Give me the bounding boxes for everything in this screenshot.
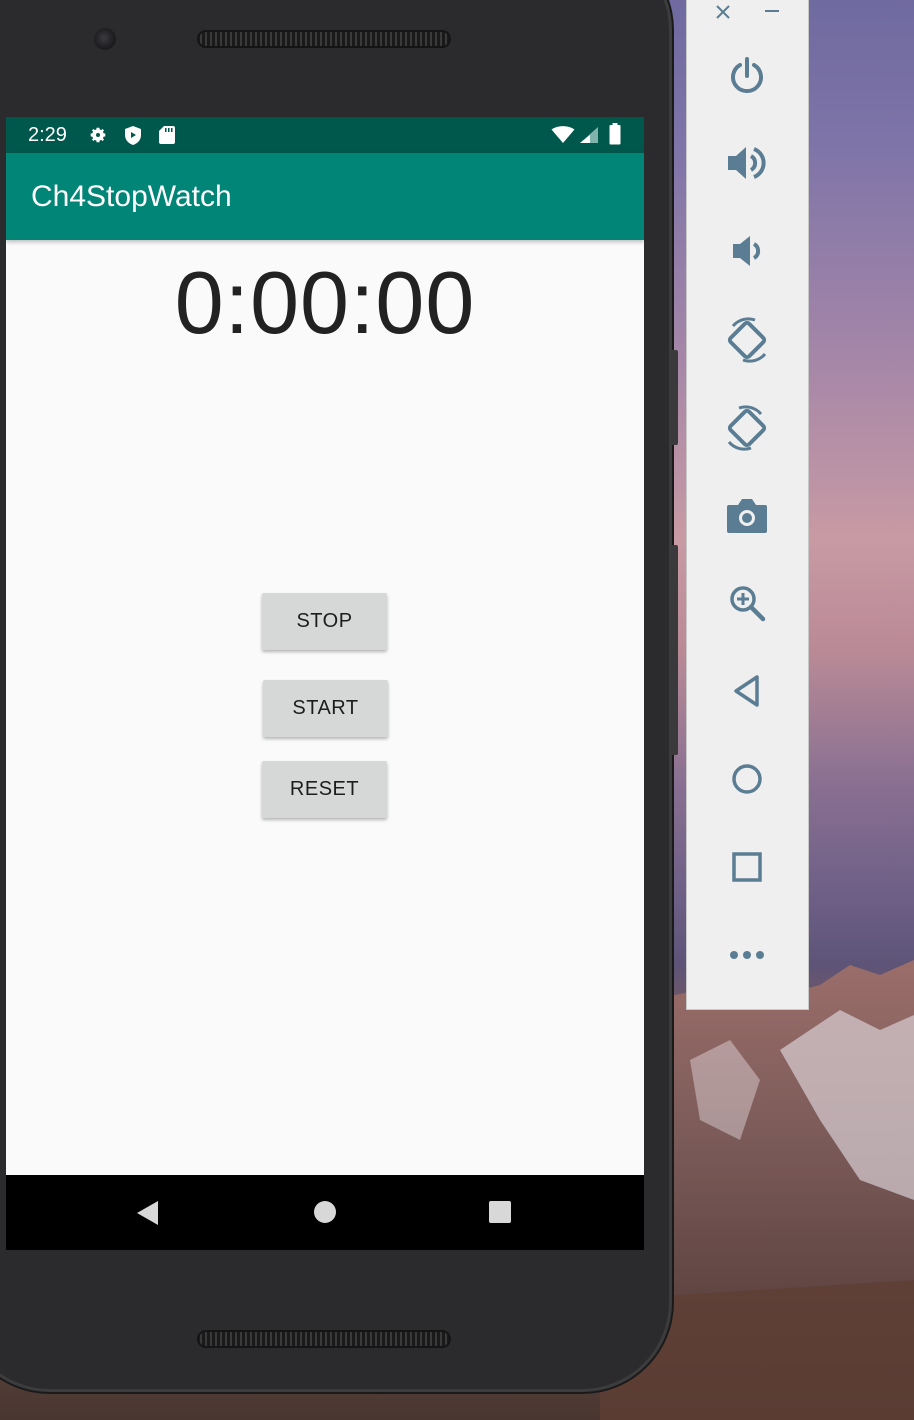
zoom-button[interactable] [717, 573, 777, 633]
wifi-icon [551, 126, 575, 143]
battery-icon [609, 123, 621, 145]
power-icon [731, 57, 763, 94]
start-button[interactable]: START [263, 680, 388, 737]
toolbar-overview-button[interactable] [717, 837, 777, 897]
phone-power-button[interactable] [670, 350, 678, 445]
back-icon[interactable] [134, 1199, 160, 1227]
front-camera [94, 28, 116, 50]
phone-volume-button[interactable] [670, 545, 678, 755]
status-time: 2:29 [28, 124, 67, 146]
overview-icon [732, 852, 762, 882]
sd-card-icon [159, 126, 175, 144]
navigation-bar [6, 1175, 644, 1250]
minimize-icon[interactable] [764, 4, 780, 20]
status-bar: 2:29 [6, 117, 644, 153]
close-icon[interactable] [715, 4, 731, 20]
signal-icon [580, 127, 598, 143]
home-icon[interactable] [313, 1200, 337, 1224]
more-icon [730, 951, 764, 959]
app-bar: Ch4StopWatch [6, 153, 644, 240]
stop-button[interactable]: STOP [262, 593, 387, 650]
toolbar-more-button[interactable] [717, 925, 777, 985]
rotate-right-button[interactable] [717, 398, 777, 458]
rotate-left-button[interactable] [717, 310, 777, 370]
toolbar-home-button[interactable] [717, 749, 777, 809]
rotate-right-icon [727, 405, 767, 451]
bottom-speaker [197, 1330, 451, 1348]
shield-icon [125, 126, 141, 145]
emulator-toolbar [686, 0, 809, 1010]
screenshot-button[interactable] [717, 485, 777, 545]
volume-up-button[interactable] [717, 133, 777, 193]
app-title: Ch4StopWatch [31, 180, 232, 213]
settings-icon [90, 127, 106, 143]
volume-down-icon [733, 236, 761, 266]
volume-up-icon [728, 147, 766, 179]
toolbar-back-button[interactable] [717, 661, 777, 721]
reset-button[interactable]: RESET [262, 761, 387, 818]
home-icon [732, 764, 762, 794]
rotate-left-icon [727, 317, 767, 363]
zoom-icon [730, 586, 766, 622]
power-button[interactable] [717, 46, 777, 106]
volume-down-button[interactable] [717, 221, 777, 281]
camera-icon [727, 499, 767, 533]
recents-icon[interactable] [488, 1200, 512, 1224]
phone-screen: 2:29 Ch4StopWatch 0:00:00 STOP START RES… [6, 117, 644, 1250]
back-icon [734, 675, 759, 707]
top-speaker [197, 30, 451, 48]
stopwatch-time: 0:00:00 [174, 253, 476, 352]
